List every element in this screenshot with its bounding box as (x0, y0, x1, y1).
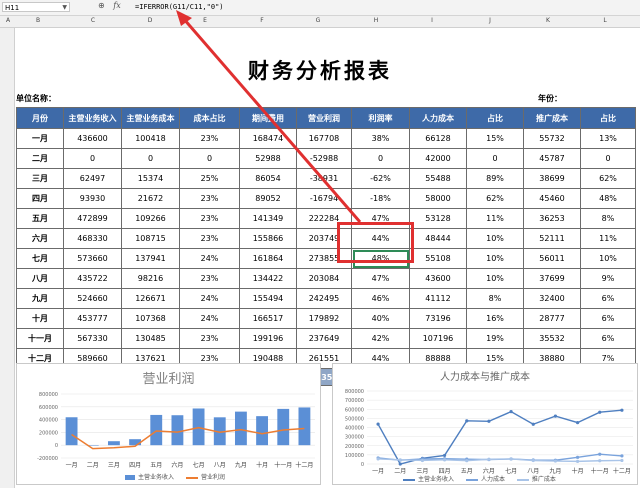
y-tick-label: 100000 (345, 453, 364, 459)
series-point (465, 459, 469, 463)
y-tick-label: 600000 (39, 405, 58, 411)
x-tick-label: 七月 (193, 461, 205, 469)
y-tick-label: 700000 (345, 398, 364, 404)
y-tick-label: 300000 (345, 435, 364, 441)
y-tick-label: 800000 (345, 389, 364, 395)
bar (65, 417, 78, 446)
bar (150, 414, 163, 446)
x-tick-label: 十月 (256, 461, 268, 469)
y-tick-label: 0 (361, 462, 364, 468)
bar (234, 411, 247, 446)
profit-chart-legend: 主营业务收入 营业利润 (125, 472, 235, 481)
y-tick-label: 400000 (39, 418, 58, 424)
legend-item-profit: 营业利润 (185, 472, 225, 481)
series-point (465, 419, 469, 423)
x-tick-label: 四月 (129, 462, 141, 469)
y-tick-label: 800000 (39, 392, 58, 398)
x-tick-label: 十一月 (274, 461, 292, 469)
series-point (620, 458, 624, 463)
series-point (398, 458, 402, 462)
profit-chart-svg: 800000 600000 400000 200000 0 -200000 一月 二月 三月 四月… (37, 392, 315, 469)
y-tick-label: 200000 (345, 444, 364, 450)
series-point (442, 458, 447, 462)
x-tick-label: 一月 (66, 462, 78, 469)
series-point (620, 408, 624, 412)
series-point (553, 414, 558, 418)
series-point (531, 422, 535, 426)
x-tick-label: 三月 (108, 462, 120, 469)
x-tick-label: 十一月 (591, 467, 609, 475)
series-point (553, 459, 558, 463)
y-tick-label: 500000 (345, 416, 364, 422)
series-point (487, 419, 491, 423)
legend-item-hr: 人力成本 (465, 474, 505, 483)
y-tick-label: -200000 (37, 456, 58, 462)
legend-label: 人力成本 (480, 476, 505, 483)
legend-item-promo: 推广成本 (516, 474, 556, 483)
x-tick-label: 八月 (214, 462, 226, 469)
y-tick-label: 0 (55, 443, 58, 449)
bar (192, 408, 205, 446)
bar (107, 441, 120, 446)
x-tick-label: 二月 (87, 462, 99, 469)
x-tick-label: 十月 (572, 467, 584, 475)
series-point (575, 455, 580, 459)
series-point (598, 459, 602, 463)
x-tick-label: 十二月 (295, 461, 313, 469)
bar (298, 407, 311, 446)
profit-chart[interactable]: 营业利润 800000 600000 400000 200000 0 -200000 一月 二… (16, 363, 321, 485)
x-tick-label: 九月 (235, 461, 247, 469)
x-tick-label: 十二月 (613, 467, 631, 475)
series-point (442, 453, 447, 458)
legend-label: 推广成本 (531, 476, 556, 483)
cost-chart-svg: 800000 700000 600000 500000 400000 300000 2000… (345, 389, 633, 475)
series-point (509, 410, 513, 414)
legend-item-revenue: 主营业务收入 (125, 472, 174, 481)
series-point (531, 458, 535, 463)
series-point (487, 457, 491, 461)
series-point (575, 459, 580, 463)
legend-label: 营业利润 (200, 474, 225, 481)
y-tick-label: 200000 (39, 430, 58, 436)
series-point (620, 454, 624, 458)
y-tick-label: 400000 (345, 426, 364, 432)
x-tick-label: 五月 (150, 462, 162, 469)
bar (256, 416, 269, 446)
series-point (598, 410, 602, 414)
legend-label: 主营业务收入 (418, 476, 455, 483)
bar (171, 415, 184, 446)
series-point (598, 452, 602, 456)
x-tick-label: 一月 (372, 468, 384, 475)
cost-chart-legend: 主营业务收入 人力成本 推广成本 (403, 474, 566, 483)
series-point (376, 422, 380, 426)
series-point (398, 462, 402, 466)
bar (129, 439, 142, 446)
x-tick-label: 六月 (171, 461, 183, 469)
legend-label: 主营业务收入 (138, 474, 175, 481)
series-point (376, 457, 380, 461)
legend-item-revenue: 主营业务收入 (403, 474, 454, 483)
bar (277, 408, 290, 446)
cost-chart[interactable]: 人力成本与推广成本 800000 700000 600000 500000 400000… (332, 363, 638, 485)
series-point (420, 458, 425, 463)
series-point (575, 420, 580, 425)
series-point (509, 457, 513, 461)
y-tick-label: 600000 (345, 407, 364, 413)
